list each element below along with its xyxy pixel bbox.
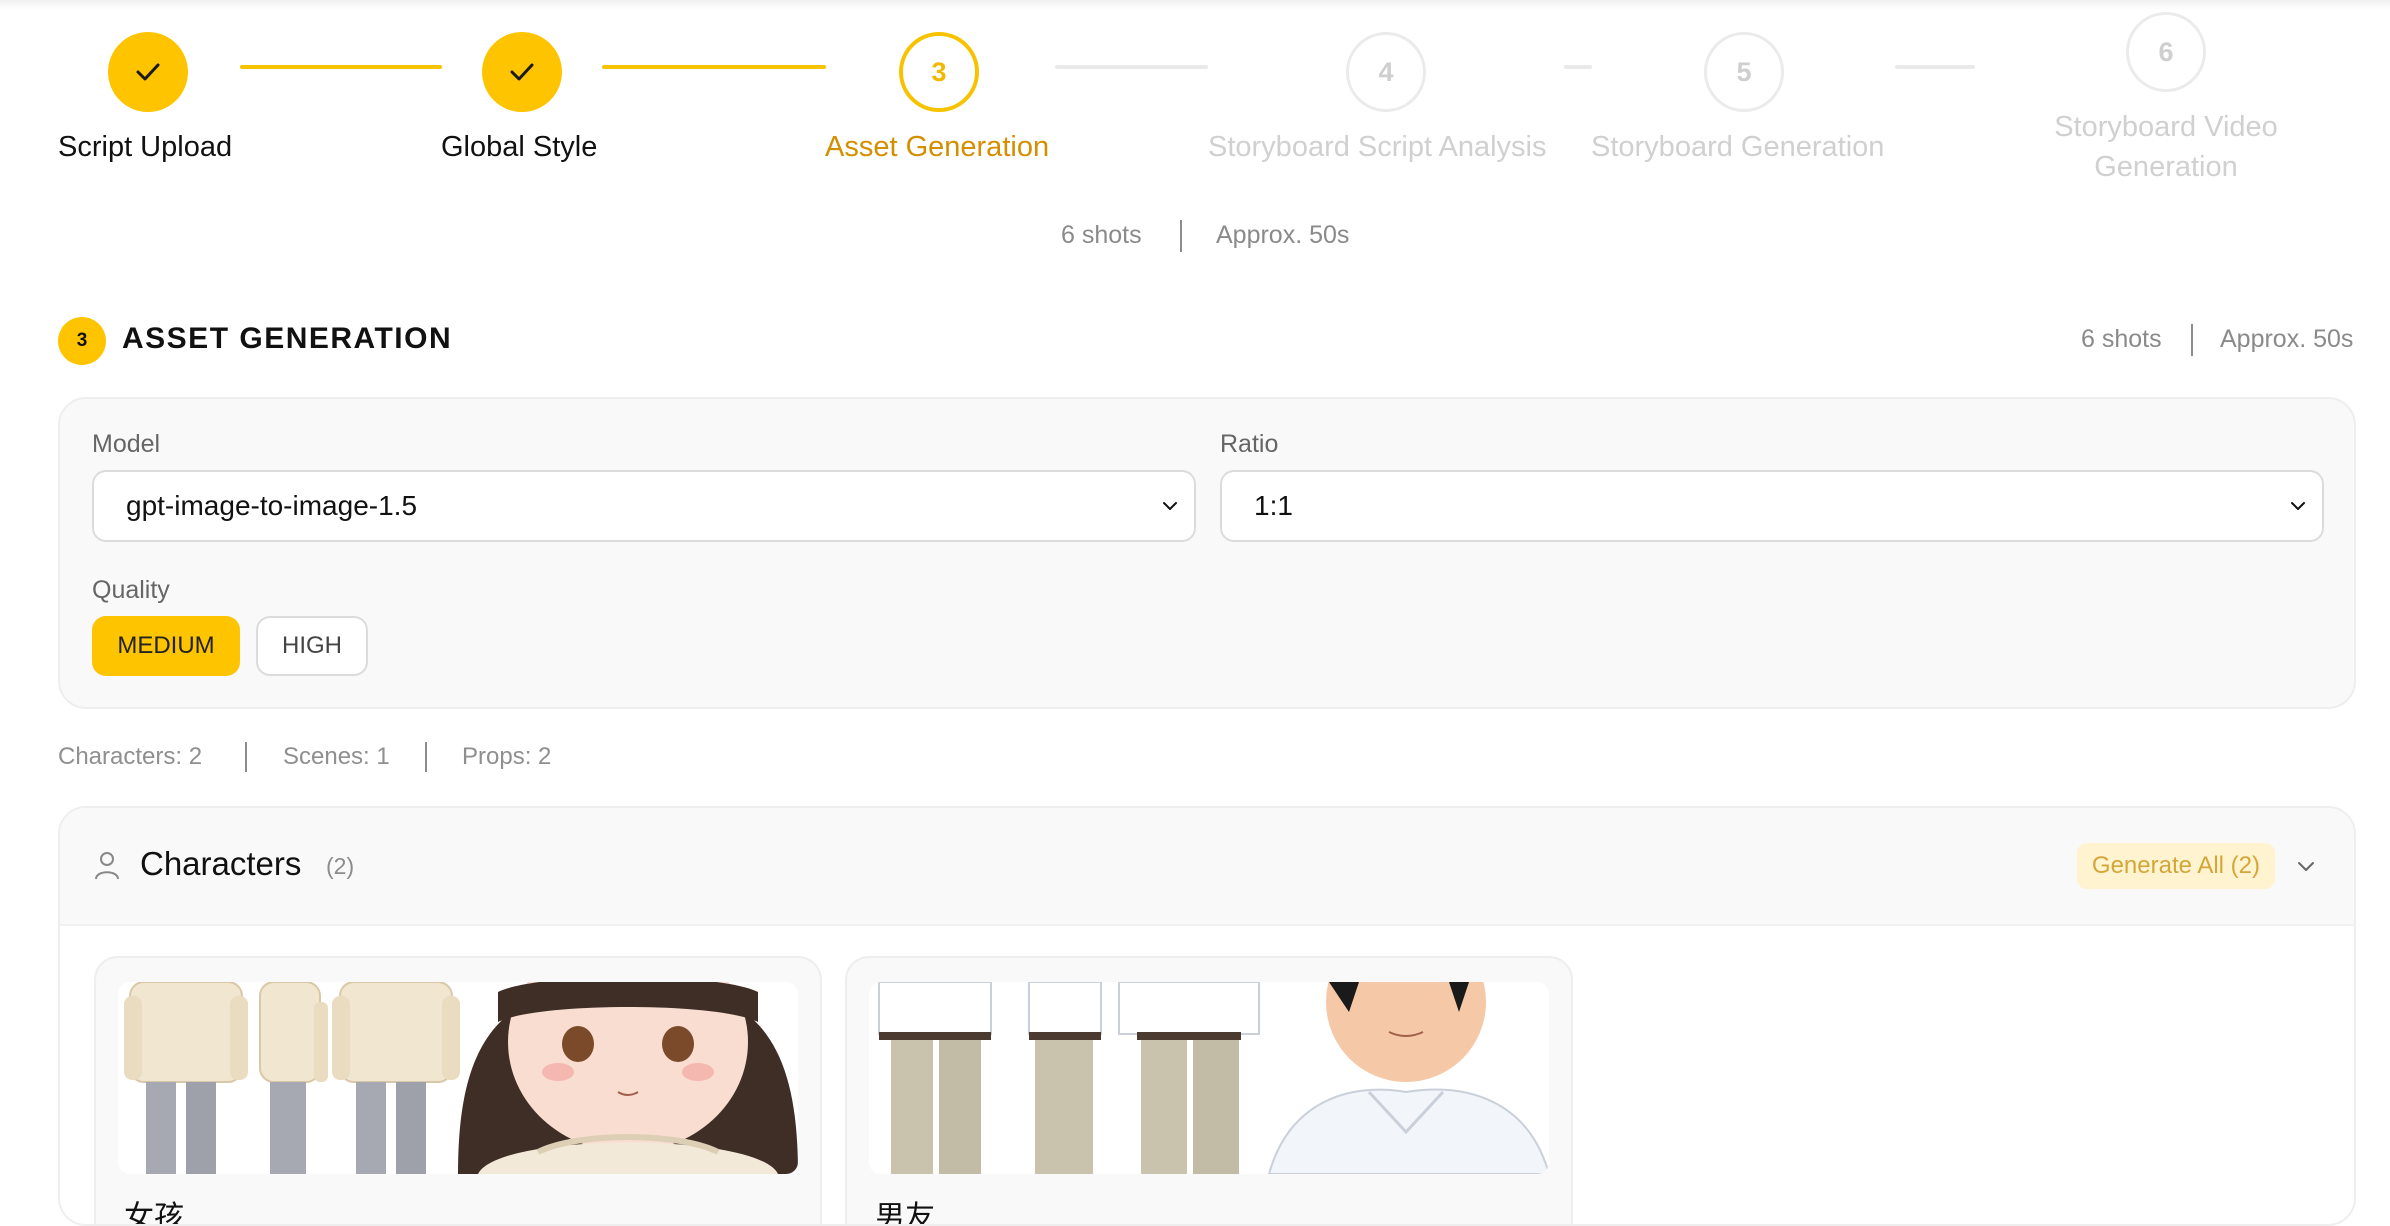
chevron-down-icon (2291, 502, 2305, 510)
turnaround-figure (1028, 982, 1102, 1174)
divider (425, 742, 427, 772)
generate-all-button[interactable]: Generate All (2) (2076, 843, 2275, 889)
character-name: 女孩 (124, 1201, 184, 1226)
scenes-count: Scenes: 1 (283, 743, 390, 770)
character-image (118, 982, 798, 1174)
ratio-select[interactable]: 1:1 (1220, 470, 2324, 542)
step-4-circle[interactable]: 4 (1346, 32, 1426, 112)
section-number-badge: 3 (58, 317, 106, 365)
turnaround-figure (332, 982, 460, 1174)
step-3-circle[interactable]: 3 (899, 32, 979, 112)
characters-count-badge: (2) (326, 853, 355, 879)
stepper-duration: Approx. 50s (1216, 221, 1350, 249)
person-icon (95, 852, 119, 880)
section-duration: Approx. 50s (2220, 325, 2354, 353)
turnaround-figure (1118, 982, 1260, 1174)
check-icon (510, 63, 534, 81)
step-connector (1895, 65, 1975, 69)
portrait (1263, 982, 1549, 1174)
turnaround-figure (124, 982, 248, 1174)
characters-header[interactable]: Characters (2) Generate All (2) (60, 808, 2354, 926)
character-card-girl[interactable]: 女孩 (94, 956, 822, 1226)
divider (2191, 324, 2193, 356)
step-connector (240, 65, 442, 69)
generation-settings-panel (58, 397, 2356, 709)
step-connector (1564, 65, 1592, 69)
check-icon (136, 63, 160, 81)
character-name: 男友 (875, 1201, 935, 1226)
step-connector (1055, 65, 1208, 69)
character-card-boyfriend[interactable]: 男友 (845, 956, 1573, 1226)
character-image (869, 982, 1549, 1174)
characters-count: Characters: 2 (58, 743, 203, 770)
step-4-label[interactable]: Storyboard Script Analysis (1208, 127, 1546, 167)
step-2-circle[interactable] (482, 32, 562, 112)
step-6-label-line1: Storyboard Video (2054, 111, 2278, 143)
model-label: Model (92, 430, 161, 458)
divider (1180, 220, 1182, 252)
step-6-label-line2: Generation (2094, 151, 2238, 183)
section-shots: 6 shots (2081, 325, 2162, 353)
section-title: ASSET GENERATION (122, 322, 453, 355)
turnaround-figure (259, 982, 328, 1174)
step-6-label[interactable]: Storyboard Video Generation (2016, 107, 2316, 187)
step-1-label[interactable]: Script Upload (58, 127, 232, 167)
step-1-circle[interactable] (108, 32, 188, 112)
step-5-label[interactable]: Storyboard Generation (1591, 127, 1884, 167)
props-count: Props: 2 (462, 743, 552, 770)
ratio-select-value: 1:1 (1254, 490, 1293, 521)
model-select[interactable]: gpt-image-to-image-1.5 (92, 470, 1196, 542)
quality-label: Quality (92, 576, 170, 604)
quality-high-button[interactable]: HIGH (256, 616, 368, 676)
divider (245, 742, 247, 772)
characters-title: Characters (140, 845, 302, 882)
characters-section: Characters (2) Generate All (2) 女孩 男友 (58, 806, 2356, 1226)
step-5-circle[interactable]: 5 (1704, 32, 1784, 112)
chevron-down-icon[interactable] (2294, 854, 2318, 878)
step-2-label[interactable]: Global Style (441, 127, 597, 167)
step-3-label[interactable]: Asset Generation (825, 127, 1049, 167)
stepper-shots: 6 shots (1061, 221, 1142, 249)
step-6-circle[interactable]: 6 (2126, 12, 2206, 92)
model-select-value: gpt-image-to-image-1.5 (126, 490, 418, 521)
turnaround-figure (878, 982, 992, 1174)
top-shadow (0, 0, 2390, 10)
portrait (458, 982, 798, 1174)
step-connector (602, 65, 826, 69)
quality-medium-button[interactable]: MEDIUM (92, 616, 240, 676)
chevron-down-icon (1163, 502, 1177, 510)
ratio-label: Ratio (1220, 430, 1279, 458)
